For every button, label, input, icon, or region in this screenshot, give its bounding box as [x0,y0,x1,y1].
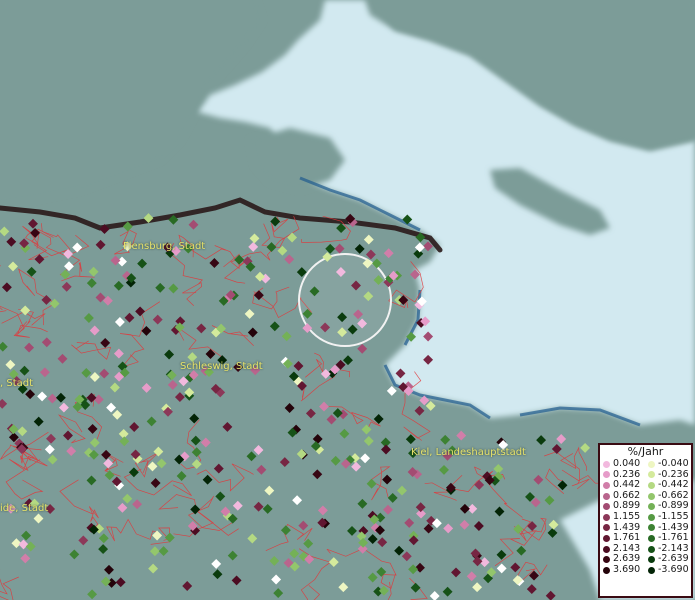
legend-swatch [603,481,610,489]
map-view[interactable]: Flensburg, Stadt Schleswig, Stadt Kiel, … [0,0,695,600]
legend-entry-negative: -1.155 [645,510,690,523]
legend-swatch [603,492,610,500]
legend-swatch [648,513,655,521]
legend-swatch [648,471,655,479]
legend-entry-positive: 3.690 [600,563,645,576]
legend: %/Jahr 0.040 -0.040 0.236 -0.236 0.442 -0.442… [598,443,693,598]
legend-swatch [603,503,610,511]
legend-swatch [648,545,655,553]
place-label-kiel[interactable]: Kiel, Landeshauptstadt [411,447,526,458]
legend-swatch [648,524,655,532]
place-label-west-1[interactable]: , Stadt [0,378,33,389]
legend-swatch [648,460,655,468]
legend-swatch [603,471,610,479]
legend-rows: 0.040 -0.040 0.236 -0.236 0.442 -0.442 0.662 -0… [600,458,691,576]
legend-value: 3.690 [613,563,641,575]
legend-entry-positive: 1.155 [600,510,645,523]
legend-entry-positive: 0.040 [600,458,645,470]
legend-swatch [603,534,610,542]
legend-swatch [648,566,655,574]
legend-swatch [603,513,610,521]
place-label-schleswig[interactable]: Schleswig, Stadt [180,361,263,372]
legend-value: -0.040 [658,458,689,469]
map-canvas[interactable] [0,0,695,600]
place-label-west-2[interactable]: ide, Stadt [0,503,48,514]
legend-row: 0.040 -0.040 [600,458,691,470]
legend-swatch [603,566,610,574]
legend-value: 0.040 [613,458,641,469]
legend-swatch [603,545,610,553]
legend-value: 1.155 [613,510,641,522]
legend-row: 1.155 -1.155 [600,510,691,523]
legend-swatch [603,556,610,564]
legend-value: -1.155 [658,510,689,522]
legend-swatch [648,503,655,511]
legend-swatch [648,481,655,489]
legend-swatch [648,492,655,500]
legend-row: 3.690 -3.690 [600,563,691,576]
place-label-flensburg[interactable]: Flensburg, Stadt [123,241,205,252]
legend-swatch [603,460,610,468]
legend-value: -3.690 [658,563,689,575]
legend-swatch [603,524,610,532]
legend-swatch [648,534,655,542]
legend-entry-negative: -0.040 [645,458,690,470]
legend-title: %/Jahr [627,445,664,458]
legend-entry-negative: -3.690 [645,563,690,576]
legend-swatch [648,556,655,564]
